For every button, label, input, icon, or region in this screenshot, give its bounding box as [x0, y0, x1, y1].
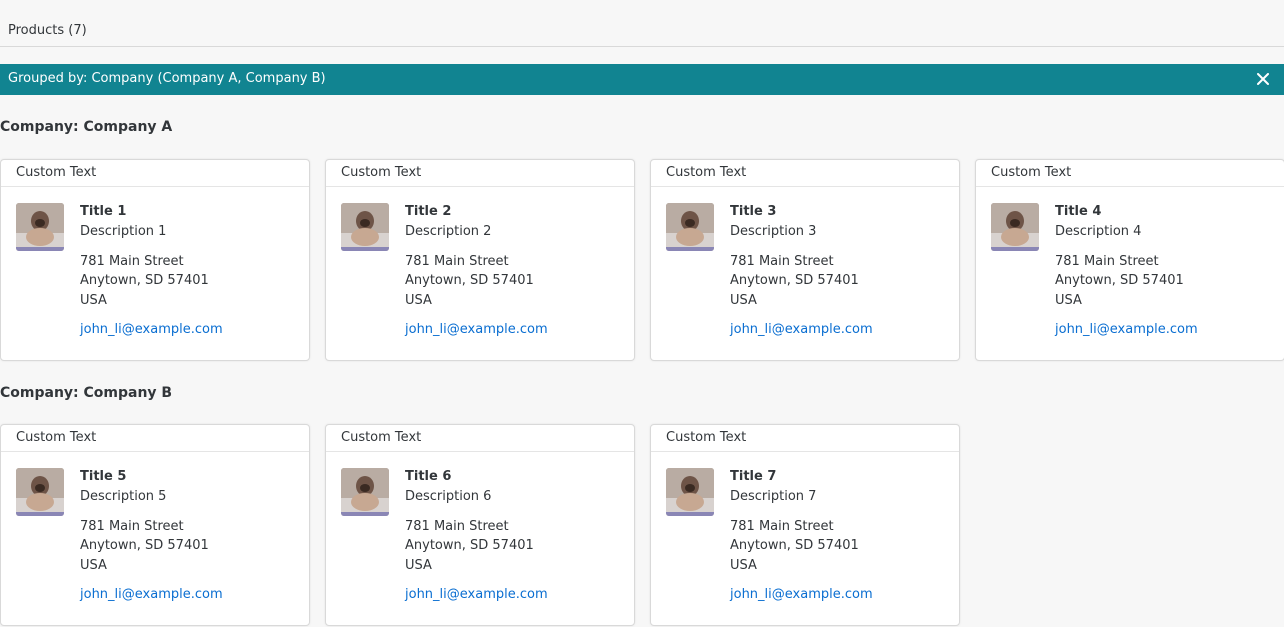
- card-description: Description 1: [80, 224, 167, 239]
- avatar: [341, 468, 389, 516]
- card-title: Title 5: [80, 469, 127, 484]
- group-info-text: Grouped by: Company (Company A, Company …: [8, 71, 326, 86]
- product-card[interactable]: Custom Text Title 2 Description 2 781 Ma…: [325, 159, 635, 361]
- card-description: Description 2: [405, 224, 492, 239]
- avatar: [341, 203, 389, 251]
- avatar: [991, 203, 1039, 251]
- group-info-bar: Grouped by: Company (Company A, Company …: [0, 64, 1284, 95]
- email-link[interactable]: john_li@example.com: [730, 587, 873, 602]
- card-title: Title 2: [405, 204, 452, 219]
- avatar: [666, 203, 714, 251]
- address-country: USA: [405, 558, 432, 573]
- address-street: 781 Main Street: [730, 254, 834, 269]
- address-street: 781 Main Street: [80, 254, 184, 269]
- card-header: Custom Text: [651, 160, 959, 187]
- address-city: Anytown, SD 57401: [730, 273, 859, 288]
- email-link[interactable]: john_li@example.com: [80, 322, 223, 337]
- product-card[interactable]: Custom Text Title 5 Description 5 781 Ma…: [0, 424, 310, 626]
- close-icon[interactable]: [1252, 68, 1274, 90]
- address-country: USA: [80, 293, 107, 308]
- address-street: 781 Main Street: [1055, 254, 1159, 269]
- email-link[interactable]: john_li@example.com: [405, 587, 548, 602]
- address-city: Anytown, SD 57401: [405, 273, 534, 288]
- address-city: Anytown, SD 57401: [1055, 273, 1184, 288]
- card-description: Description 4: [1055, 224, 1142, 239]
- address-city: Anytown, SD 57401: [80, 273, 209, 288]
- card-description: Description 6: [405, 489, 492, 504]
- card-header: Custom Text: [1, 425, 309, 452]
- card-title: Title 7: [730, 469, 777, 484]
- address-country: USA: [730, 293, 757, 308]
- address-country: USA: [80, 558, 107, 573]
- product-card[interactable]: Custom Text Title 6 Description 6 781 Ma…: [325, 424, 635, 626]
- card-description: Description 7: [730, 489, 817, 504]
- address-street: 781 Main Street: [80, 519, 184, 534]
- product-card[interactable]: Custom Text Title 3 Description 3 781 Ma…: [650, 159, 960, 361]
- page: Products (7) Grouped by: Company (Compan…: [0, 0, 1284, 627]
- product-card[interactable]: Custom Text Title 1 Description 1 781 Ma…: [0, 159, 310, 361]
- card-title: Title 3: [730, 204, 777, 219]
- card-header: Custom Text: [326, 425, 634, 452]
- card-header: Custom Text: [651, 425, 959, 452]
- email-link[interactable]: john_li@example.com: [405, 322, 548, 337]
- avatar: [16, 203, 64, 251]
- card-description: Description 5: [80, 489, 167, 504]
- address-city: Anytown, SD 57401: [730, 538, 859, 553]
- address-country: USA: [1055, 293, 1082, 308]
- product-card[interactable]: Custom Text Title 4 Description 4 781 Ma…: [975, 159, 1284, 361]
- card-header: Custom Text: [976, 160, 1284, 187]
- group-header-company-b: Company: Company B: [0, 385, 173, 401]
- address-street: 781 Main Street: [730, 519, 834, 534]
- toolbar-title: Products (7): [8, 23, 87, 38]
- product-card[interactable]: Custom Text Title 7 Description 7 781 Ma…: [650, 424, 960, 626]
- avatar: [16, 468, 64, 516]
- card-description: Description 3: [730, 224, 817, 239]
- card-title: Title 4: [1055, 204, 1102, 219]
- card-header: Custom Text: [326, 160, 634, 187]
- card-title: Title 1: [80, 204, 127, 219]
- avatar: [666, 468, 714, 516]
- address-street: 781 Main Street: [405, 519, 509, 534]
- address-street: 781 Main Street: [405, 254, 509, 269]
- address-country: USA: [730, 558, 757, 573]
- card-header: Custom Text: [1, 160, 309, 187]
- group-header-company-a: Company: Company A: [0, 119, 173, 135]
- address-country: USA: [405, 293, 432, 308]
- toolbar: Products (7): [0, 0, 1284, 47]
- email-link[interactable]: john_li@example.com: [80, 587, 223, 602]
- address-city: Anytown, SD 57401: [405, 538, 534, 553]
- email-link[interactable]: john_li@example.com: [730, 322, 873, 337]
- email-link[interactable]: john_li@example.com: [1055, 322, 1198, 337]
- address-city: Anytown, SD 57401: [80, 538, 209, 553]
- card-title: Title 6: [405, 469, 452, 484]
